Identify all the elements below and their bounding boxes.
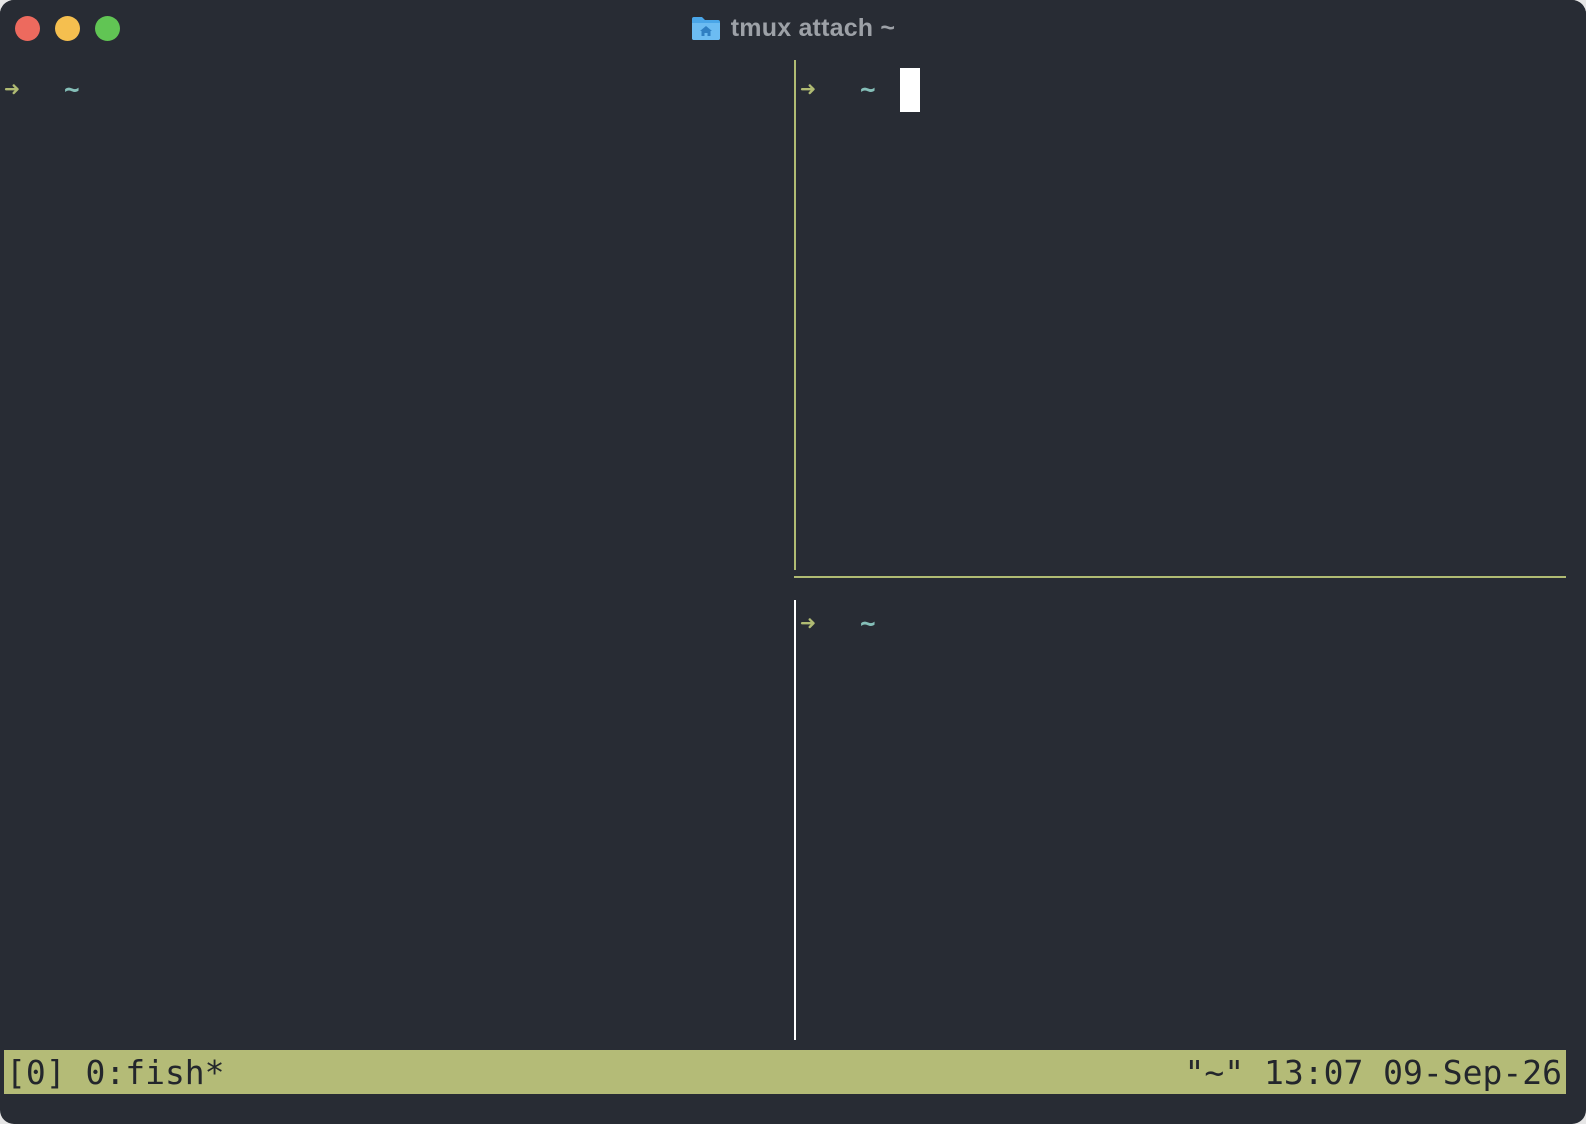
status-session-window[interactable]: [0] 0:fish* bbox=[6, 1053, 225, 1092]
pane-top-right[interactable]: ➜ ~ bbox=[796, 58, 1566, 568]
title-bar[interactable]: tmux attach ~ bbox=[0, 0, 1586, 56]
shell-prompt: ➜ ~ bbox=[800, 68, 920, 112]
terminal-cursor[interactable] bbox=[900, 68, 920, 112]
prompt-arrow-icon: ➜ bbox=[800, 75, 816, 105]
shell-prompt: ➜ ~ bbox=[4, 68, 104, 112]
pane-left[interactable]: ➜ ~ bbox=[0, 58, 790, 1038]
pane-divider-horizontal[interactable] bbox=[794, 576, 1566, 578]
terminal-window: tmux attach ~ ➜ ~ ➜ ~ ➜ ~ [0] 0:fish* "~… bbox=[0, 0, 1586, 1124]
home-folder-icon bbox=[691, 17, 720, 40]
tmux-status-bar: [0] 0:fish* "~" 13:07 09-Sep-26 bbox=[4, 1050, 1566, 1094]
prompt-cwd: ~ bbox=[64, 75, 80, 105]
pane-bottom-right[interactable]: ➜ ~ bbox=[796, 592, 1566, 1032]
prompt-cwd: ~ bbox=[860, 75, 876, 105]
prompt-arrow-icon: ➜ bbox=[4, 75, 20, 105]
prompt-cwd: ~ bbox=[860, 609, 876, 639]
window-title: tmux attach ~ bbox=[730, 13, 896, 42]
status-right-info: "~" 13:07 09-Sep-26 bbox=[1184, 1052, 1563, 1092]
prompt-arrow-icon: ➜ bbox=[800, 609, 816, 639]
window-title-group: tmux attach ~ bbox=[0, 11, 1586, 45]
shell-prompt: ➜ ~ bbox=[800, 602, 900, 646]
